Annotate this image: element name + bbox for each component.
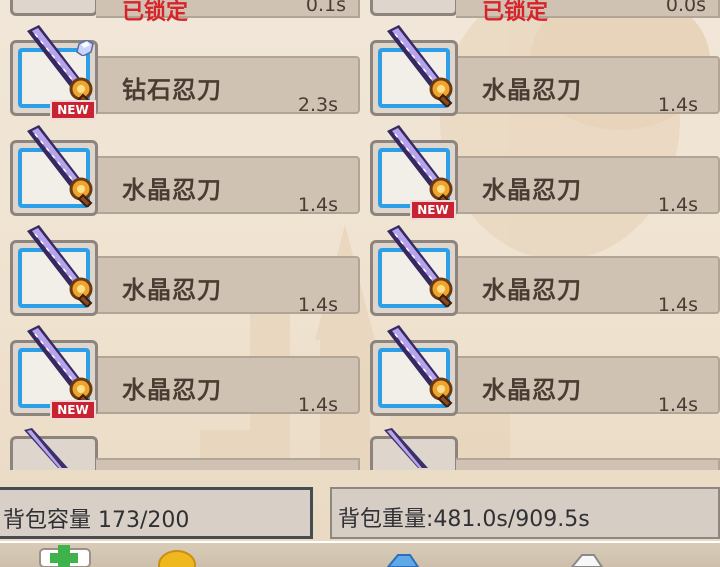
ninja-sword-icon [27, 25, 93, 107]
inventory-item[interactable]: NEW 水晶忍刀 1.4s [0, 325, 360, 424]
inventory-item[interactable]: 水晶忍刀 1.4s [360, 25, 720, 124]
item-name: 水晶忍刀 [122, 176, 222, 204]
partial-item-bottom-right[interactable] [360, 428, 720, 470]
new-badge: NEW [410, 200, 456, 220]
item-time: 1.4s [297, 394, 338, 416]
ninja-sword-icon [387, 225, 453, 307]
backpack-capacity-text: 背包容量 173/200 [3, 508, 190, 533]
inventory-grid: 已锁定 0.1s 已锁定 0.0s NEW 钻石忍刀 2.3s 水晶忍刀 1.4… [0, 0, 720, 470]
diamond-gem-icon [76, 40, 94, 56]
inventory-item[interactable]: 水晶忍刀 1.4s [360, 225, 720, 324]
item-name: 钻石忍刀 [122, 76, 222, 104]
item-name: 水晶忍刀 [122, 376, 222, 404]
item-icon-frame[interactable] [370, 25, 458, 116]
item-icon-frame[interactable] [370, 225, 458, 316]
item-time: 1.4s [657, 194, 698, 216]
item-name: 水晶忍刀 [482, 276, 582, 304]
sword-icon [24, 428, 68, 468]
item-time: 0.0s [665, 0, 706, 16]
inventory-item[interactable]: 水晶忍刀 1.4s [0, 125, 360, 224]
inventory-item[interactable]: 水晶忍刀 1.4s [0, 225, 360, 324]
new-badge: NEW [50, 100, 96, 120]
item-time: 2.3s [297, 94, 338, 116]
item-time: 0.1s [305, 0, 346, 16]
item-time: 1.4s [657, 394, 698, 416]
item-time: 1.4s [657, 94, 698, 116]
partial-item-bottom-left[interactable] [0, 428, 360, 470]
inventory-item[interactable]: 水晶忍刀 1.4s [360, 325, 720, 424]
item-icon-frame[interactable] [10, 225, 98, 316]
new-badge: NEW [50, 400, 96, 420]
backpack-capacity-panel: 背包容量 173/200 [0, 487, 313, 539]
item-name: 水晶忍刀 [122, 276, 222, 304]
ninja-sword-icon [387, 325, 453, 407]
ninja-sword-icon [387, 125, 453, 207]
backpack-weight-panel: 背包重量:481.0s/909.5s [330, 487, 720, 539]
sword-icon [384, 428, 428, 468]
blue-gem-icon[interactable] [378, 543, 428, 567]
ninja-sword-icon [27, 125, 93, 207]
white-crystal-icon[interactable] [562, 543, 612, 567]
item-time: 1.4s [297, 294, 338, 316]
backpack-weight-text: 背包重量:481.0s/909.5s [338, 507, 590, 532]
inventory-item[interactable]: NEW 钻石忍刀 2.3s [0, 25, 360, 124]
item-time: 1.4s [657, 294, 698, 316]
locked-status: 已锁定 [122, 0, 189, 25]
gold-coin-icon[interactable] [152, 543, 202, 567]
item-icon-frame[interactable] [10, 125, 98, 216]
ninja-sword-icon [27, 325, 93, 407]
green-plus-icon[interactable] [28, 543, 98, 567]
ninja-sword-icon [27, 225, 93, 307]
item-name: 水晶忍刀 [482, 376, 582, 404]
inventory-item[interactable]: NEW 水晶忍刀 1.4s [360, 125, 720, 224]
locked-status: 已锁定 [482, 0, 549, 25]
ninja-sword-icon [387, 25, 453, 107]
item-time: 1.4s [297, 194, 338, 216]
bottom-toolbar [0, 541, 720, 567]
item-name: 水晶忍刀 [482, 176, 582, 204]
item-icon-frame[interactable] [370, 325, 458, 416]
item-name: 水晶忍刀 [482, 76, 582, 104]
